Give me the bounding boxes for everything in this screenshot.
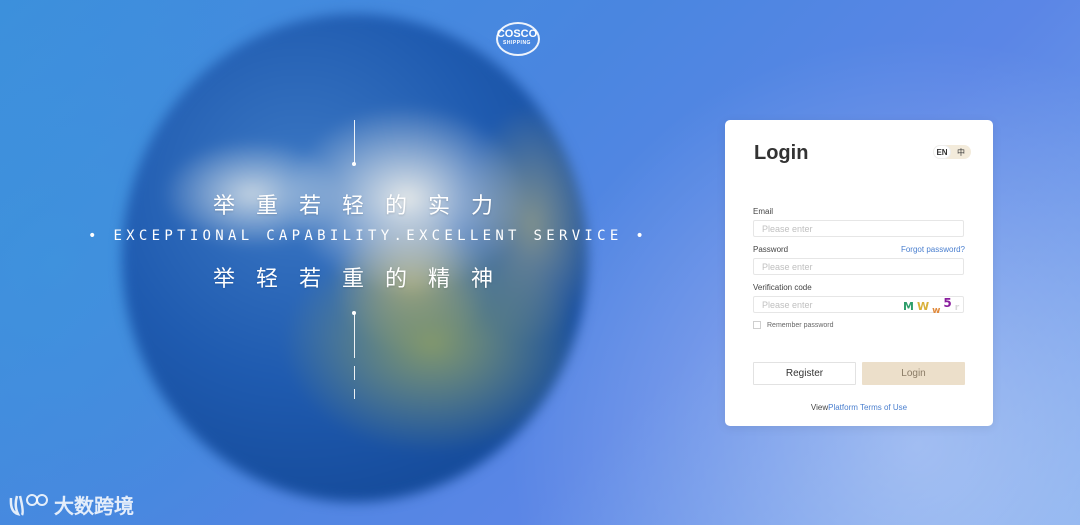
logo-text-line1: COSCO (496, 28, 538, 40)
remember-password[interactable]: Remember password (753, 321, 834, 329)
captcha-char: 5 (943, 296, 952, 310)
watermark-logo-icon (8, 492, 48, 518)
verification-label: Verification code (753, 283, 812, 292)
login-panel: Login EN 中 Email Password Forgot passwor… (725, 120, 993, 426)
captcha-char: w (932, 306, 941, 316)
divider-dash-2 (354, 389, 355, 399)
captcha-char: M (903, 300, 914, 313)
slogan-en-line: • EXCEPTIONAL CAPABILITY.EXCELLENT SERVI… (88, 228, 649, 244)
remember-label: Remember password (767, 321, 834, 329)
watermark-text: 大数跨境 (54, 496, 134, 518)
password-field[interactable] (753, 258, 964, 275)
register-button[interactable]: Register (753, 362, 856, 385)
login-title: Login (754, 142, 809, 164)
password-label: Password (753, 245, 789, 254)
lang-zh-option[interactable]: 中 (951, 147, 971, 158)
email-field[interactable] (753, 220, 964, 237)
terms-link[interactable]: Platform Terms of Use (828, 403, 907, 412)
captcha-image[interactable]: M W w 5 r (903, 296, 963, 316)
captcha-char: W (916, 300, 930, 313)
globe-image (122, 14, 588, 502)
divider-dash-1 (354, 366, 355, 380)
watermark: 大数跨境 (8, 490, 134, 519)
slogan-cn-line2: 举轻若重的精神 (213, 267, 515, 292)
divider-bottom (354, 313, 355, 358)
terms-line: ViewPlatform Terms of Use (725, 403, 993, 412)
lang-en-option[interactable]: EN (933, 145, 951, 159)
forgot-password-link[interactable]: Forgot password? (901, 245, 965, 254)
terms-prefix: View (810, 403, 829, 412)
divider-top (354, 120, 355, 164)
remember-checkbox[interactable] (753, 321, 761, 329)
cosco-shipping-logo: COSCO SHIPPING (492, 22, 542, 56)
slogan-cn-line1: 举重若轻的实力 (213, 194, 515, 219)
language-switch[interactable]: EN 中 (933, 145, 971, 159)
divider-dot-top (352, 162, 356, 166)
captcha-char: r (954, 303, 960, 313)
login-button[interactable]: Login (862, 362, 965, 385)
email-label: Email (753, 207, 774, 216)
logo-text-line2: SHIPPING (503, 40, 531, 46)
